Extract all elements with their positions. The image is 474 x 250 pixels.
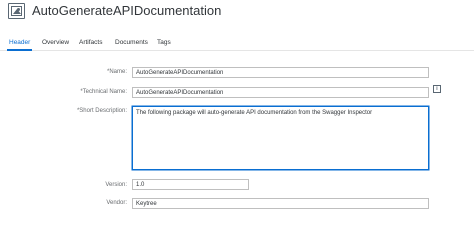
- short-description-textarea[interactable]: The following package will auto-generate…: [132, 106, 429, 170]
- app-header: AutoGenerateAPIDocumentation: [0, 0, 474, 28]
- tab-artifacts[interactable]: Artifacts: [79, 39, 102, 51]
- tab-overview[interactable]: Overview: [42, 39, 69, 51]
- vendor-label: Vendor:: [106, 200, 127, 206]
- image-icon: [8, 3, 25, 19]
- technical-name-field[interactable]: AutoGenerateAPIDocumentation: [132, 87, 429, 98]
- info-icon[interactable]: i: [433, 85, 441, 93]
- name-label: *Name:: [106, 69, 127, 75]
- tab-header[interactable]: Header: [6, 39, 33, 51]
- version-label: Version:: [105, 182, 127, 188]
- page-title: AutoGenerateAPIDocumentation: [32, 3, 222, 18]
- version-field[interactable]: 1.0: [132, 179, 249, 190]
- tab-bar: Header Overview Artifacts Documents Tags: [0, 34, 474, 51]
- tab-tags[interactable]: Tags: [157, 39, 171, 51]
- name-field[interactable]: AutoGenerateAPIDocumentation: [132, 67, 429, 78]
- short-description-label: *Short Description:: [76, 108, 127, 114]
- vendor-field[interactable]: Keytree: [132, 198, 429, 209]
- technical-name-label: *Technical Name:: [80, 89, 127, 95]
- tab-documents[interactable]: Documents: [115, 39, 148, 51]
